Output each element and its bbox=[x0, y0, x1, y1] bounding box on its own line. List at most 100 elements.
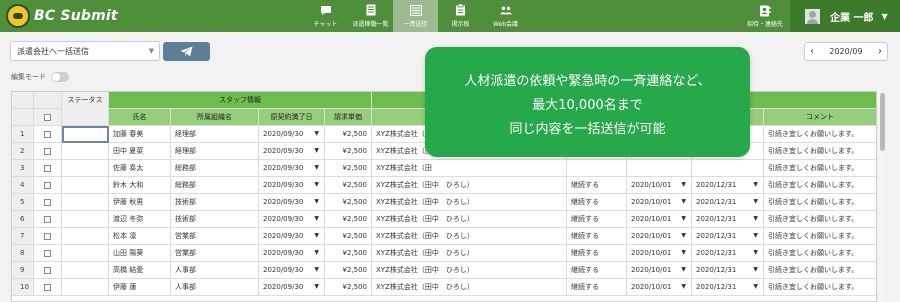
dropdown-caret-icon[interactable]: ▼ bbox=[681, 177, 686, 193]
cell-continue[interactable]: 継続する bbox=[567, 177, 627, 194]
col-rate[interactable]: 請求単価 bbox=[325, 109, 372, 126]
dropdown-caret-icon[interactable]: ▼ bbox=[681, 245, 686, 261]
cell-contract-end[interactable]: 2020/09/30 ▼ bbox=[259, 245, 325, 262]
cell-rate[interactable]: ¥2,500 bbox=[325, 126, 372, 143]
cell-name[interactable]: 渡辺 冬弥 bbox=[109, 211, 171, 228]
nav-item-chat[interactable]: チャット bbox=[303, 0, 348, 32]
cell-name[interactable]: 佐藤 奏太 bbox=[109, 160, 171, 177]
cell-dept[interactable]: 経理部 bbox=[171, 126, 259, 143]
status-cell[interactable] bbox=[62, 211, 109, 228]
cell-comment[interactable]: 引続き宜しくお願いします。 bbox=[764, 160, 876, 177]
cell-comment[interactable]: 引続き宜しくお願いします。 bbox=[764, 126, 876, 143]
cell-from[interactable]: 2020/10/01 ▼ bbox=[627, 211, 692, 228]
nav-item-broadcast[interactable]: 一斉送信 bbox=[393, 0, 438, 32]
dropdown-caret-icon[interactable]: ▼ bbox=[753, 194, 758, 210]
dropdown-caret-icon[interactable]: ▼ bbox=[753, 262, 758, 278]
cell-from[interactable]: 2020/10/01 ▼ bbox=[627, 177, 692, 194]
dropdown-caret-icon[interactable]: ▼ bbox=[314, 194, 319, 210]
status-cell[interactable] bbox=[62, 126, 109, 143]
dropdown-caret-icon[interactable]: ▼ bbox=[681, 262, 686, 278]
dropdown-caret-icon[interactable]: ▼ bbox=[314, 245, 319, 261]
prev-month-button[interactable]: ‹ bbox=[810, 46, 814, 57]
cell-rate[interactable]: ¥2,500 bbox=[325, 245, 372, 262]
cell-contract-end[interactable]: 2020/09/30 ▼ bbox=[259, 279, 325, 296]
cell-comment[interactable]: 引続き宜しくお願いします。 bbox=[764, 262, 876, 279]
dropdown-caret-icon[interactable]: ▼ bbox=[753, 211, 758, 227]
row-checkbox-cell[interactable] bbox=[34, 126, 62, 143]
app-logo[interactable]: BC Submit bbox=[6, 3, 118, 29]
dropdown-caret-icon[interactable]: ▼ bbox=[314, 211, 319, 227]
dropdown-caret-icon[interactable]: ▼ bbox=[314, 228, 319, 244]
row-checkbox-cell[interactable] bbox=[34, 143, 62, 160]
row-checkbox[interactable] bbox=[44, 164, 51, 172]
nav-item-web-meeting[interactable]: Web会議 bbox=[483, 0, 528, 32]
status-cell[interactable] bbox=[62, 279, 109, 296]
cell-dept[interactable]: 技術部 bbox=[171, 211, 259, 228]
dropdown-caret-icon[interactable]: ▼ bbox=[681, 194, 686, 210]
cell-dept[interactable]: 営業部 bbox=[171, 245, 259, 262]
dropdown-caret-icon[interactable]: ▼ bbox=[753, 245, 758, 261]
cell-to[interactable]: 2020/12/31 ▼ bbox=[692, 245, 764, 262]
cell-contract-end[interactable]: 2020/09/30 ▼ bbox=[259, 211, 325, 228]
dropdown-caret-icon[interactable]: ▼ bbox=[314, 177, 319, 193]
cell-company[interactable]: XYZ株式会社（田中 ひろし） bbox=[372, 228, 567, 245]
cell-contract-end[interactable]: 2020/09/30 ▼ bbox=[259, 160, 325, 177]
row-checkbox-cell[interactable] bbox=[34, 211, 62, 228]
cell-continue[interactable]: 継続する bbox=[567, 262, 627, 279]
row-checkbox-cell[interactable] bbox=[34, 160, 62, 177]
cell-from[interactable]: 2020/10/01 ▼ bbox=[627, 245, 692, 262]
row-checkbox[interactable] bbox=[44, 215, 51, 223]
cell-contract-end[interactable]: 2020/09/30 ▼ bbox=[259, 177, 325, 194]
row-checkbox[interactable] bbox=[44, 198, 51, 206]
row-checkbox[interactable] bbox=[44, 283, 51, 291]
cell-continue[interactable]: 継続する bbox=[567, 279, 627, 296]
dropdown-caret-icon[interactable]: ▼ bbox=[681, 228, 686, 244]
row-checkbox-cell[interactable] bbox=[34, 245, 62, 262]
dropdown-caret-icon[interactable]: ▼ bbox=[314, 279, 319, 295]
cell-rate[interactable]: ¥2,500 bbox=[325, 279, 372, 296]
cell-rate[interactable]: ¥2,500 bbox=[325, 194, 372, 211]
col-name[interactable]: 氏名 bbox=[109, 109, 171, 126]
cell-comment[interactable]: 引続き宜しくお願いします。 bbox=[764, 245, 876, 262]
dropdown-caret-icon[interactable]: ▼ bbox=[681, 211, 686, 227]
cell-contract-end[interactable]: 2020/09/30 ▼ bbox=[259, 194, 325, 211]
cell-to[interactable]: 2020/12/31 ▼ bbox=[692, 211, 764, 228]
cell-dept[interactable]: 人事部 bbox=[171, 262, 259, 279]
status-cell[interactable] bbox=[62, 160, 109, 177]
cell-name[interactable]: 伊藤 秋男 bbox=[109, 194, 171, 211]
cell-name[interactable]: 田中 夏菜 bbox=[109, 143, 171, 160]
cell-continue[interactable] bbox=[567, 160, 627, 177]
cell-comment[interactable]: 引続き宜しくお願いします。 bbox=[764, 228, 876, 245]
row-checkbox-cell[interactable] bbox=[34, 279, 62, 296]
status-cell[interactable] bbox=[62, 262, 109, 279]
send-button[interactable] bbox=[163, 42, 210, 61]
row-checkbox[interactable] bbox=[44, 232, 51, 240]
select-all-checkbox[interactable] bbox=[44, 113, 51, 121]
cell-dept[interactable]: 経理部 bbox=[171, 143, 259, 160]
dropdown-caret-icon[interactable]: ▼ bbox=[314, 126, 319, 142]
cell-company[interactable]: XYZ株式会社（田 bbox=[372, 160, 567, 177]
cell-from[interactable]: 2020/10/01 ▼ bbox=[627, 228, 692, 245]
status-cell[interactable] bbox=[62, 194, 109, 211]
cell-dept[interactable]: 技術部 bbox=[171, 194, 259, 211]
col-contract-end[interactable]: 原契約満了日 bbox=[259, 109, 325, 126]
cell-company[interactable]: XYZ株式会社（田中 ひろし） bbox=[372, 262, 567, 279]
cell-name[interactable]: 加藤 春美 bbox=[109, 126, 171, 143]
cell-rate[interactable]: ¥2,500 bbox=[325, 228, 372, 245]
cell-contract-end[interactable]: 2020/09/30 ▼ bbox=[259, 126, 325, 143]
table-scrollbar[interactable] bbox=[878, 91, 887, 302]
cell-to[interactable]: 2020/12/31 ▼ bbox=[692, 194, 764, 211]
cell-dept[interactable]: 人事部 bbox=[171, 279, 259, 296]
cell-comment[interactable]: 引続き宜しくお願いします。 bbox=[764, 279, 876, 296]
status-cell[interactable] bbox=[62, 228, 109, 245]
row-checkbox-cell[interactable] bbox=[34, 177, 62, 194]
cell-to[interactable]: 2020/12/31 ▼ bbox=[692, 262, 764, 279]
cell-dept[interactable]: 総務部 bbox=[171, 177, 259, 194]
dropdown-caret-icon[interactable]: ▼ bbox=[314, 262, 319, 278]
cell-continue[interactable]: 継続する bbox=[567, 211, 627, 228]
cell-to[interactable]: 2020/12/31 ▼ bbox=[692, 279, 764, 296]
cell-continue[interactable]: 継続する bbox=[567, 194, 627, 211]
cell-continue[interactable]: 継続する bbox=[567, 228, 627, 245]
row-checkbox[interactable] bbox=[44, 147, 51, 155]
nav-item-contacts[interactable]: 招待・連絡先 bbox=[742, 0, 788, 32]
